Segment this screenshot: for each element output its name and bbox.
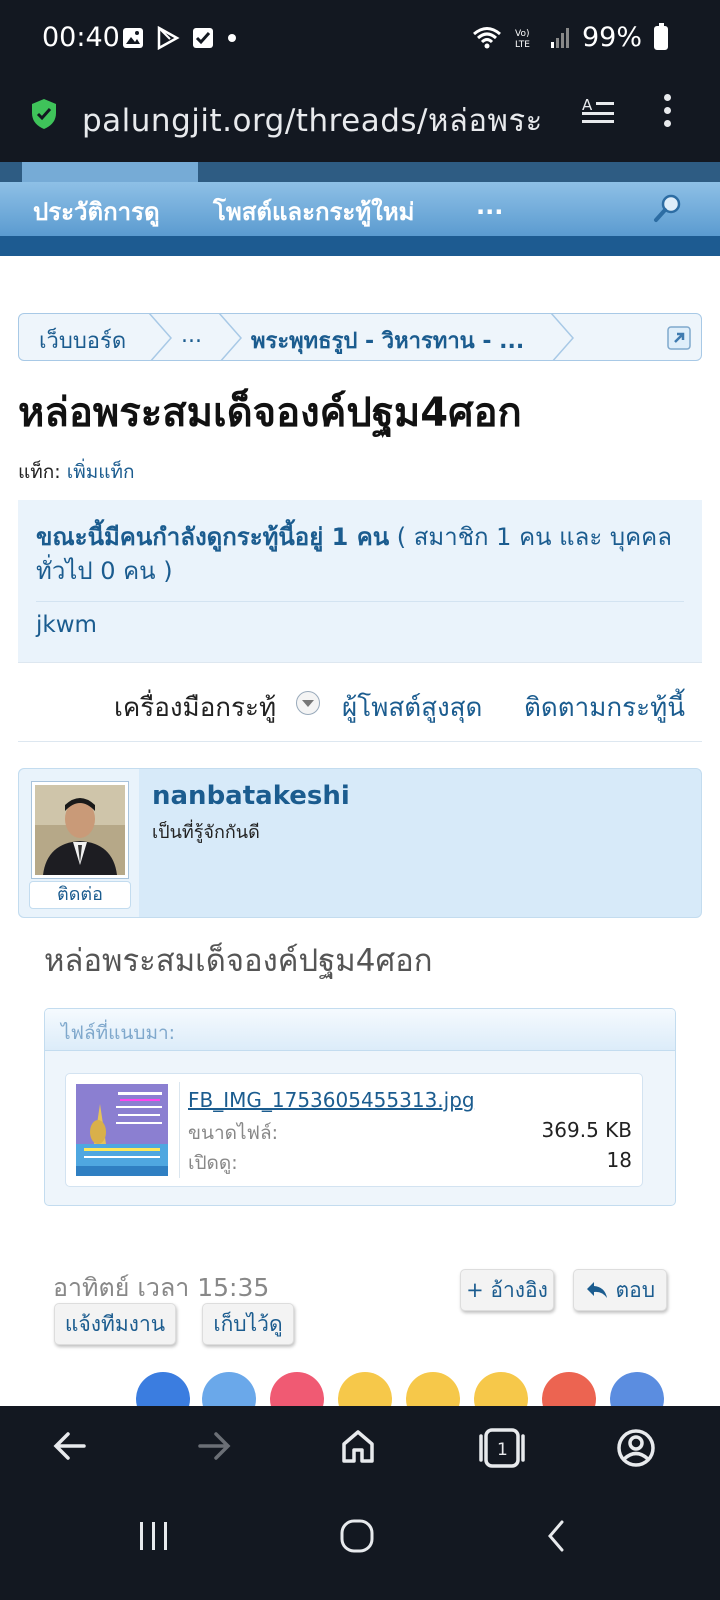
breadcrumb-forum[interactable]: พระพุทธรูป - วิหารทาน - ... — [251, 323, 524, 358]
divider — [36, 601, 684, 602]
status-right: Vo) LTE 99% — [472, 22, 668, 53]
angry-reaction-icon[interactable] — [542, 1372, 596, 1406]
avatar[interactable] — [31, 781, 129, 879]
thread-tools-bar: เครื่องมือกระทู้ ผู้โพสต์สูงสุด ติดตามกร… — [18, 662, 702, 742]
back-arrow-icon[interactable] — [52, 1428, 88, 1464]
love-reaction-icon[interactable] — [270, 1372, 324, 1406]
like-reaction-icon[interactable] — [136, 1372, 190, 1406]
nav-item-new-posts[interactable]: โพสต์และกระทู้ใหม่ — [213, 192, 415, 231]
file-size-value: 369.5 KB — [541, 1118, 632, 1142]
reader-mode-icon[interactable]: A — [582, 96, 616, 126]
avatar-container: ติดต่อ — [19, 769, 139, 917]
divider — [179, 1082, 180, 1178]
sad-reaction-icon[interactable] — [474, 1372, 528, 1406]
breadcrumb: เว็บบอร์ด ... พระพุทธรูป - วิหารทาน - ..… — [18, 313, 702, 361]
recent-apps-icon[interactable] — [136, 1520, 172, 1552]
wow-reaction-icon[interactable] — [406, 1372, 460, 1406]
play-store-icon — [157, 26, 180, 50]
status-time: 00:40 — [42, 22, 120, 53]
thread-tools-menu[interactable]: เครื่องมือกระทู้ — [114, 687, 276, 728]
nav-item-more[interactable]: ... — [476, 192, 503, 220]
viewing-text: ขณะนี้มีคนกำลังดูกระทู้นี้อยู่ 1 คน ( สม… — [36, 520, 686, 588]
wifi-icon — [473, 26, 501, 48]
site-top-strip — [0, 162, 720, 182]
top-posters-link[interactable]: ผู้โพสต์สูงสุด — [342, 687, 482, 728]
file-views-label: เปิดดู: — [188, 1152, 238, 1174]
attachments-header: ไฟล์ที่แนบมา: — [45, 1009, 675, 1051]
secure-shield-icon[interactable] — [30, 98, 58, 130]
attachment-thumbnail[interactable] — [76, 1084, 168, 1176]
breadcrumb-separator — [148, 314, 172, 360]
viewing-headline: ขณะนี้มีคนกำลังดูกระทู้นี้อยู่ 1 คน — [36, 523, 390, 551]
browser-toolbar: palungjit.org/threads/หล่อพระ A — [0, 80, 720, 162]
jump-menu-icon[interactable] — [667, 326, 691, 350]
battery-level: 99% — [581, 22, 642, 53]
active-tab-indicator — [22, 162, 198, 182]
breadcrumb-separator — [218, 314, 242, 360]
clap-reaction-icon[interactable] — [202, 1372, 256, 1406]
reactions-row — [0, 1372, 720, 1406]
attachment-filename-link[interactable]: FB_IMG_1753605455313.jpg — [188, 1088, 475, 1112]
attachment-item: FB_IMG_1753605455313.jpg ขนาดไฟล์: 369.5… — [65, 1073, 643, 1187]
dislike-reaction-icon[interactable] — [610, 1372, 664, 1406]
svg-text:1: 1 — [497, 1440, 508, 1460]
nav-item-history[interactable]: ประวัติการดู — [33, 192, 160, 231]
save-button[interactable]: เก็บไว้ดู — [202, 1303, 294, 1345]
checkbox-icon — [193, 28, 213, 48]
svg-text:Vo): Vo) — [515, 29, 529, 39]
file-views-value: 18 — [606, 1148, 632, 1172]
gallery-icon — [123, 28, 143, 48]
report-button[interactable]: แจ้งทีมงาน — [54, 1303, 176, 1345]
dropdown-arrow-icon[interactable] — [296, 691, 320, 715]
battery-icon — [654, 22, 668, 50]
viewing-box: ขณะนี้มีคนกำลังดูกระทู้นี้อยู่ 1 คน ( สม… — [18, 500, 702, 662]
svg-text:LTE: LTE — [515, 40, 530, 50]
status-bar: 00:40 Vo) LTE 99% — [0, 0, 720, 80]
quote-button[interactable]: + อ้างอิง — [460, 1269, 554, 1311]
signal-icon — [550, 27, 569, 48]
system-nav-bar — [0, 1516, 720, 1600]
site-navbar: ประวัติการดู โพสต์และกระทู้ใหม่ ... — [0, 182, 720, 236]
account-icon[interactable] — [616, 1428, 656, 1468]
url-field[interactable]: palungjit.org/threads/หล่อพระ — [82, 95, 558, 145]
contact-button[interactable]: ติดต่อ — [29, 881, 131, 909]
svg-text:A: A — [582, 96, 593, 114]
more-menu-icon[interactable] — [664, 94, 672, 133]
tags-label: แท็ก: — [18, 461, 61, 483]
post-user-bar: ติดต่อ nanbatakeshi เป็นที่รู้จักกันดี — [18, 768, 702, 918]
tabs-icon[interactable]: 1 — [478, 1428, 526, 1468]
forward-arrow-icon[interactable] — [196, 1428, 232, 1464]
volte-icon: Vo)LTE — [515, 29, 530, 50]
reply-label: ตอบ — [615, 1278, 656, 1302]
attachments-box: ไฟล์ที่แนบมา: FB_IMG_1753605455313.jpg ข… — [44, 1008, 676, 1206]
username-link[interactable]: nanbatakeshi — [152, 781, 350, 811]
notification-icons — [122, 26, 238, 50]
post-body: หล่อพระสมเด็จองค์ปฐม4ศอก — [44, 943, 433, 979]
home-button-icon[interactable] — [339, 1518, 375, 1554]
add-tag-link[interactable]: เพิ่มแท็ก — [67, 461, 135, 483]
breadcrumb-ellipsis[interactable]: ... — [181, 323, 202, 348]
breadcrumb-separator — [550, 314, 574, 360]
dot-icon — [228, 34, 236, 42]
site-navbar-bottom — [0, 236, 720, 256]
thread-title: หล่อพระสมเด็จองค์ปฐม4ศอก — [18, 390, 522, 436]
haha-reaction-icon[interactable] — [338, 1372, 392, 1406]
post-date[interactable]: อาทิตย์ เวลา 15:35 — [53, 1268, 269, 1308]
back-button-icon[interactable] — [544, 1518, 568, 1554]
watch-thread-link[interactable]: ติดตามกระทู้นี้ — [524, 687, 685, 728]
avatar-photo — [35, 785, 125, 875]
user-title: เป็นที่รู้จักกันดี — [152, 822, 260, 843]
tags-row: แท็ก: เพิ่มแท็ก — [18, 457, 135, 487]
viewing-member-link[interactable]: jkwm — [36, 612, 97, 638]
reply-arrow-icon — [586, 1282, 607, 1298]
screen: 00:40 Vo) LTE 99% palungjit.org/threads/ห… — [0, 0, 720, 1600]
file-size-label: ขนาดไฟล์: — [188, 1122, 279, 1144]
home-icon[interactable] — [340, 1428, 376, 1464]
breadcrumb-home[interactable]: เว็บบอร์ด — [39, 323, 126, 358]
browser-bottom-bar: 1 — [0, 1406, 720, 1600]
search-icon[interactable] — [652, 192, 684, 224]
reply-button[interactable]: ตอบ — [573, 1269, 667, 1311]
